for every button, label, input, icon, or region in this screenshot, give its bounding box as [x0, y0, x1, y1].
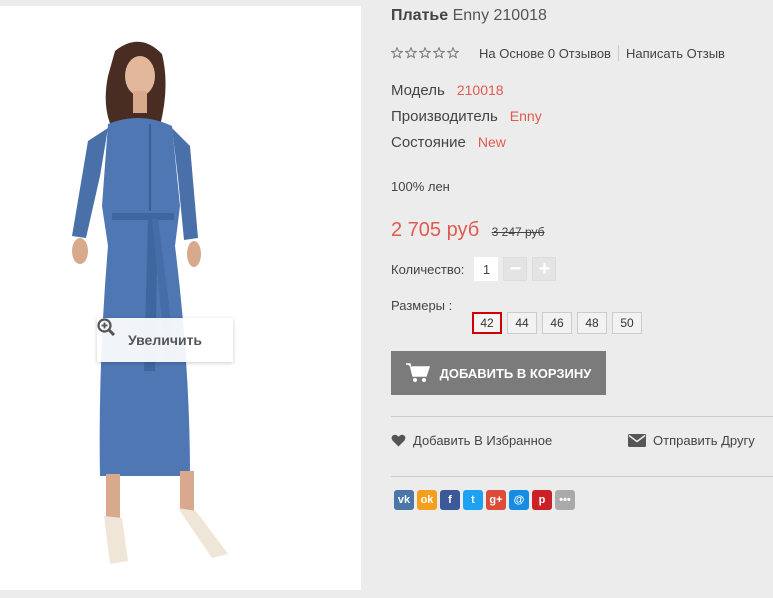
separator — [617, 45, 619, 61]
product-brand-code: Enny 210018 — [452, 7, 547, 24]
quantity-decrease-button[interactable]: − — [503, 257, 528, 281]
spec-label: Модель — [391, 82, 445, 99]
spec-value: 210018 — [456, 82, 504, 98]
star-empty-icon — [447, 47, 459, 59]
send-to-friend-link[interactable]: Отправить Другу — [628, 433, 755, 448]
old-price: 3 247 руб — [491, 225, 545, 239]
googleplus-glyph: g+ — [489, 494, 503, 506]
zoom-label: Увеличить — [127, 332, 203, 348]
sizes-label: Размеры : — [391, 298, 453, 313]
reviews-count-link[interactable]: На Основе 0 Отзывов — [479, 46, 611, 61]
product-photo — [72, 41, 228, 564]
twitter-glyph: t — [471, 494, 475, 506]
quantity-input[interactable]: 1 — [474, 257, 499, 281]
heart-icon — [391, 434, 406, 447]
quantity-row: Количество: 1 − + — [391, 257, 557, 281]
add-to-wishlist-link[interactable]: Добавить В Избранное — [391, 433, 552, 448]
size-options: 42 44 46 48 50 — [472, 312, 642, 334]
pinterest-glyph: p — [538, 494, 546, 506]
star-empty-icon — [405, 47, 417, 59]
divider — [391, 476, 773, 477]
mail-glyph: @ — [513, 494, 525, 506]
price-row: 2 705 руб 3 247 руб — [391, 219, 545, 242]
spec-label: Состояние — [391, 134, 466, 151]
size-option-46[interactable]: 46 — [542, 312, 572, 334]
more-glyph: ••• — [559, 494, 571, 506]
size-option-50[interactable]: 50 — [612, 312, 642, 334]
rating-row: На Основе 0 Отзывов Написать Отзыв — [391, 45, 725, 61]
star-empty-icon — [419, 47, 431, 59]
spec-label: Производитель — [391, 108, 498, 125]
size-option-48[interactable]: 48 — [577, 312, 607, 334]
material-text: 100% лен — [391, 179, 450, 194]
product-image-panel[interactable]: Увеличить — [0, 6, 361, 590]
star-empty-icon — [433, 47, 445, 59]
spec-manufacturer: Производитель Enny — [391, 108, 542, 125]
zoom-in-icon — [97, 318, 115, 336]
pinterest-icon[interactable]: p — [532, 490, 552, 510]
star-rating — [391, 47, 459, 59]
quantity-label: Количество: — [391, 261, 465, 277]
odnoklassniki-icon[interactable]: ok — [417, 490, 437, 510]
quantity-increase-button[interactable]: + — [532, 257, 557, 281]
spec-value[interactable]: Enny — [510, 108, 542, 124]
facebook-icon[interactable]: f — [440, 490, 460, 510]
mail-icon[interactable]: @ — [509, 490, 529, 510]
googleplus-icon[interactable]: g+ — [486, 490, 506, 510]
write-review-link[interactable]: Написать Отзыв — [626, 46, 725, 61]
spec-value: New — [477, 134, 506, 150]
vk-glyph: vk — [397, 494, 411, 506]
size-option-44[interactable]: 44 — [507, 312, 537, 334]
send-friend-label: Отправить Другу — [653, 433, 755, 448]
plus-icon: + — [538, 257, 551, 280]
spec-model: Модель 210018 — [391, 82, 504, 99]
spec-condition: Состояние New — [391, 134, 506, 151]
facebook-glyph: f — [448, 494, 452, 506]
divider — [391, 416, 773, 417]
wishlist-label: Добавить В Избранное — [413, 433, 553, 448]
star-empty-icon — [391, 47, 403, 59]
current-price: 2 705 руб — [391, 219, 480, 241]
ok-glyph: ok — [420, 494, 434, 506]
zoom-button[interactable]: Увеличить — [97, 318, 233, 362]
twitter-icon[interactable]: t — [463, 490, 483, 510]
size-option-42[interactable]: 42 — [472, 312, 502, 334]
minus-icon: − — [509, 257, 522, 280]
social-share-bar: vk ok f t g+ @ p ••• — [394, 490, 575, 510]
add-to-cart-button[interactable]: ДОБАВИТЬ В КОРЗИНУ — [391, 351, 606, 395]
product-title: Платье Enny 210018 — [391, 7, 547, 25]
cart-icon — [405, 363, 430, 382]
envelope-icon — [628, 434, 646, 447]
add-to-cart-label: ДОБАВИТЬ В КОРЗИНУ — [439, 365, 592, 381]
vk-icon[interactable]: vk — [394, 490, 414, 510]
product-name: Платье — [391, 7, 449, 24]
more-icon[interactable]: ••• — [555, 490, 575, 510]
